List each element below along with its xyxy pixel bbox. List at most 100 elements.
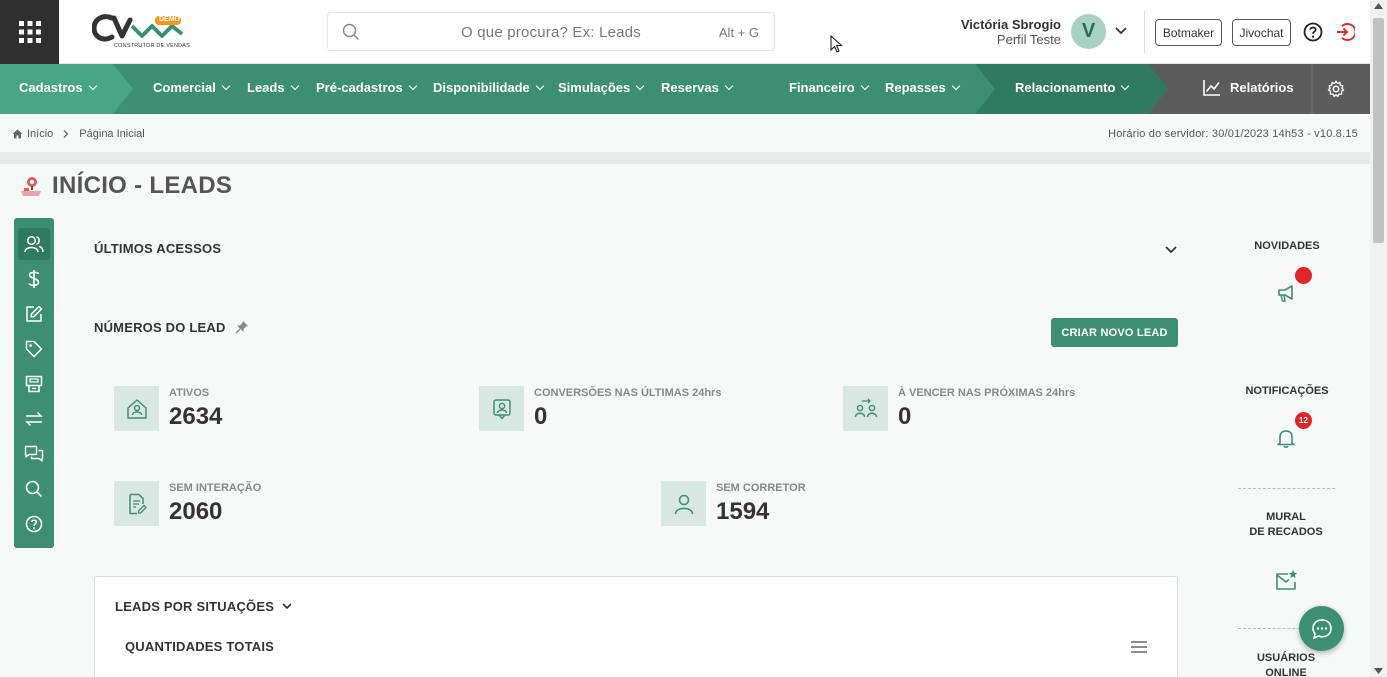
- help-icon[interactable]: [18, 508, 50, 540]
- leads-by-status-toggle[interactable]: LEADS POR SITUAÇÕES: [115, 599, 292, 614]
- chevron-down-icon[interactable]: [1115, 27, 1127, 35]
- help-icon[interactable]: [1303, 22, 1323, 42]
- chart-line-icon: [1203, 80, 1220, 96]
- stat-value: 1594: [716, 498, 770, 525]
- chat-bubbles-icon[interactable]: [18, 438, 50, 470]
- megaphone-icon[interactable]: [1276, 283, 1298, 303]
- user-profile[interactable]: Perfil Teste: [940, 32, 1061, 47]
- document-edit-icon: [114, 481, 159, 526]
- notifications-title: NOTIFICAÇÕES: [1245, 385, 1329, 397]
- nav-comercial-label: Comercial: [153, 80, 216, 95]
- nav-cadastros-label: Cadastros: [19, 80, 83, 95]
- bell-icon[interactable]: [1277, 428, 1295, 448]
- nav-simulacoes[interactable]: Simulações: [558, 80, 645, 95]
- nav-leads[interactable]: Leads: [247, 80, 299, 95]
- user-icon: [661, 481, 706, 526]
- nav-financeiro[interactable]: Financeiro: [789, 80, 869, 95]
- logo-tagline: CONSTRUTOR DE VENDAS: [114, 43, 191, 49]
- news-badge: [1295, 267, 1312, 284]
- nav-relatorios[interactable]: Relatórios: [1203, 79, 1294, 96]
- scroll-up-arrow-icon[interactable]: [1374, 3, 1383, 9]
- demo-badge: DEMO: [159, 16, 180, 23]
- search-placeholder[interactable]: O que procura? Ex: Leads: [461, 24, 641, 41]
- chevron-down-icon[interactable]: [1165, 246, 1177, 254]
- users-exchange-icon: [843, 386, 888, 431]
- nav-disponibilidade-label: Disponibilidade: [433, 80, 530, 95]
- search-icon[interactable]: [18, 473, 50, 505]
- chevron-down-icon: [221, 81, 231, 91]
- side-toolbar: [14, 218, 54, 548]
- online-users-title: USUÁRIOS ONLINE: [1226, 651, 1346, 677]
- chevron-down-icon: [282, 603, 292, 610]
- message-board-title-line1: MURAL: [1266, 511, 1306, 523]
- dollar-icon[interactable]: [18, 263, 50, 295]
- lead-numbers-title: NÚMEROS DO LEAD: [94, 320, 226, 335]
- stat-vencer[interactable]: À VENCER NAS PRÓXIMAS 24hrs 0: [843, 386, 1143, 431]
- scrollbar-thumb[interactable]: [1373, 18, 1384, 243]
- divider: [1144, 10, 1145, 54]
- chat-widget-button[interactable]: [1299, 606, 1344, 651]
- nav-leads-label: Leads: [247, 80, 285, 95]
- chevron-down-icon: [535, 81, 545, 91]
- mail-star-icon[interactable]: [1275, 569, 1299, 591]
- stat-ativos[interactable]: ATIVOS 2634: [114, 386, 414, 431]
- menu-icon[interactable]: [1131, 641, 1147, 653]
- search-shortcut: Alt + G: [718, 25, 759, 40]
- stat-value: 0: [534, 403, 548, 430]
- mouse-cursor-icon: [830, 35, 844, 55]
- users-icon[interactable]: [18, 228, 50, 260]
- global-search[interactable]: O que procura? Ex: Leads Alt + G: [327, 12, 775, 51]
- avatar[interactable]: V: [1071, 14, 1106, 49]
- edit-icon[interactable]: [18, 298, 50, 330]
- cv-logo[interactable]: DEMO CONSTRUTOR DE VENDAS: [92, 12, 190, 52]
- total-quantities-title: QUANTIDADES TOTAIS: [125, 639, 275, 654]
- stat-value: 2634: [169, 403, 223, 430]
- breadcrumb-home-link[interactable]: Início: [27, 128, 53, 140]
- jivochat-button[interactable]: Jivochat: [1232, 19, 1291, 46]
- joystick-icon: [19, 174, 43, 198]
- stat-value: 0: [898, 403, 912, 430]
- nav-cadastros[interactable]: Cadastros: [19, 80, 97, 95]
- message-board-title: MURAL DE RECADOS: [1226, 510, 1346, 540]
- chevron-down-icon: [1121, 81, 1130, 91]
- stat-sem-corretor[interactable]: SEM CORRETOR 1594: [661, 481, 961, 526]
- nav-disponibilidade[interactable]: Disponibilidade: [433, 80, 545, 95]
- tag-icon[interactable]: [18, 333, 50, 365]
- scroll-down-arrow-icon[interactable]: [1374, 668, 1383, 674]
- register-icon[interactable]: [18, 368, 50, 400]
- stat-conversoes[interactable]: CONVERSÕES NAS ÚLTIMAS 24hrs 0: [479, 386, 779, 431]
- nav-comercial[interactable]: Comercial: [153, 80, 231, 95]
- chevron-down-icon: [860, 81, 869, 91]
- stat-sem-interacao[interactable]: SEM INTERAÇÃO 2060: [114, 481, 414, 526]
- nav-relacionamento[interactable]: Relacionamento: [1015, 80, 1130, 95]
- chat-bubble-icon: [1311, 618, 1332, 639]
- online-users-title-line2: ONLINE: [1265, 667, 1307, 677]
- server-time: Horário do servidor: 30/01/2023 14h53 - …: [1108, 128, 1358, 140]
- message-board-title-line2: DE RECADOS: [1249, 526, 1323, 538]
- logout-icon[interactable]: [1335, 22, 1355, 42]
- nav-repasses[interactable]: Repasses: [885, 80, 960, 95]
- divider: [1238, 488, 1335, 489]
- nav-reservas-label: Reservas: [661, 80, 719, 95]
- settings-gear-icon[interactable]: [1327, 80, 1345, 98]
- stat-label: À VENCER NAS PRÓXIMAS 24hrs: [898, 387, 1076, 399]
- create-lead-button[interactable]: CRIAR NOVO LEAD: [1051, 318, 1178, 347]
- nav-pre-cadastros[interactable]: Pré-cadastros: [316, 80, 417, 95]
- home-icon: [12, 129, 23, 139]
- online-users-title-line1: USUÁRIOS: [1256, 652, 1316, 664]
- nav-relatorios-label: Relatórios: [1230, 80, 1294, 95]
- grid-icon: [18, 21, 41, 43]
- recent-access-title[interactable]: ÚLTIMOS ACESSOS: [94, 241, 221, 256]
- botmaker-button[interactable]: Botmaker: [1155, 19, 1222, 46]
- user-name[interactable]: Victória Sbrogio: [940, 17, 1061, 32]
- leads-by-status-card: LEADS POR SITUAÇÕES QUANTIDADES TOTAIS: [94, 576, 1178, 677]
- home-user-icon: [114, 386, 159, 431]
- transfer-arrows-icon[interactable]: [18, 403, 50, 435]
- stat-label: SEM CORRETOR: [716, 482, 806, 494]
- apps-menu-button[interactable]: [0, 0, 59, 64]
- news-title: NOVIDADES: [1254, 240, 1320, 252]
- pin-icon[interactable]: [235, 320, 249, 334]
- nav-financeiro-label: Financeiro: [789, 80, 855, 95]
- chevron-down-icon: [636, 81, 645, 91]
- nav-reservas[interactable]: Reservas: [661, 80, 734, 95]
